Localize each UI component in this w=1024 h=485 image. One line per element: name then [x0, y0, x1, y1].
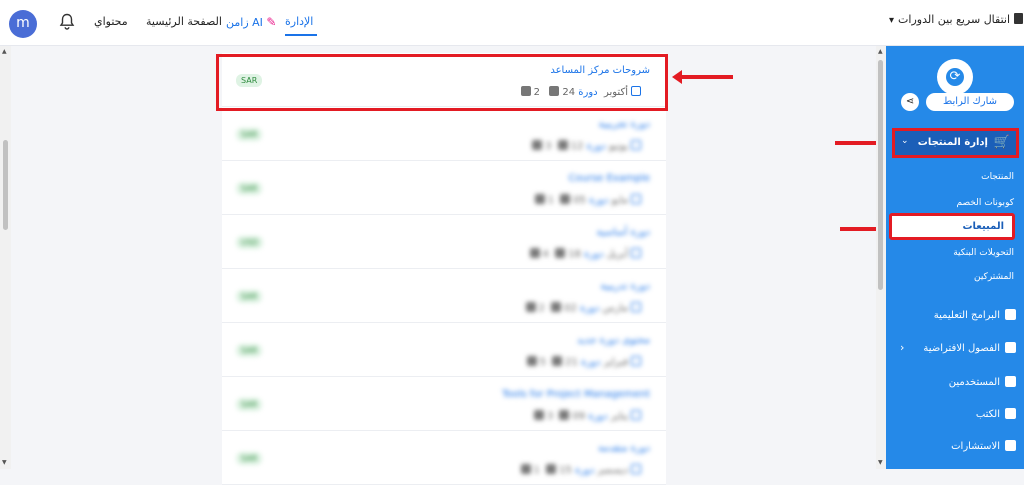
scroll-down-arrow-icon[interactable]: ▼	[2, 459, 7, 466]
product-title[interactable]: دورة تدريبية	[600, 281, 650, 292]
sidebar-item-sales-label: المبيعات	[962, 221, 1005, 232]
quick-switch-dropdown[interactable]: ▾ انتقال سريع بين الدورات	[889, 13, 1024, 26]
list-item[interactable]: دورة متقدمة 1 15 ديسمبر دورة SAR	[222, 431, 666, 485]
sidebar-item-users[interactable]: المستخدمين	[949, 376, 1016, 388]
program-icon	[1005, 309, 1016, 320]
product-meta: 1 05 مايو دورة	[532, 194, 644, 206]
book-icon	[1005, 408, 1016, 419]
annotation-arrow-left-icon	[672, 70, 733, 84]
nav-my-content[interactable]: محتواي	[94, 15, 128, 28]
chevron-down-icon: ▾	[889, 15, 895, 26]
sidebar-item-books[interactable]: الكتب	[976, 408, 1016, 420]
course-icon	[1014, 13, 1024, 24]
scroll-up-arrow-icon[interactable]: ▲	[2, 48, 7, 55]
sidebar-item-subscribers[interactable]: المشتركين	[974, 272, 1014, 282]
product-title[interactable]: دورة متقدمة	[598, 443, 650, 454]
currency-badge: SAR	[236, 290, 263, 303]
active-tab-indicator	[285, 34, 317, 36]
chevron-down-icon: ⌄	[901, 136, 909, 146]
product-title[interactable]: دورة أساسية	[597, 227, 651, 238]
refresh-logo-icon: ⟳	[946, 68, 964, 86]
product-meta: 3 09 يناير دورة	[531, 410, 644, 422]
sidebar-item-label: المستخدمين	[948, 377, 1000, 388]
product-title[interactable]: Course Example	[569, 173, 650, 184]
sidebar-item-label: الفصول الافتراضية	[923, 343, 1000, 354]
list-item[interactable]: محتوى دورة جديد 5 21 فبراير دورة SAR	[222, 323, 666, 377]
product-meta: 4 18 أبريل دورة	[527, 248, 644, 260]
list-item[interactable]: دورة تجريبية 3 12 يونيو دورة SAR	[222, 107, 666, 161]
chevron-left-icon[interactable]: ›	[900, 341, 904, 354]
list-item[interactable]: Course Example 1 05 مايو دورة SAR	[222, 161, 666, 215]
currency-badge: SAR	[236, 182, 263, 195]
share-icon[interactable]: ⋖	[901, 93, 919, 111]
magic-wand-icon: ✎	[266, 15, 277, 29]
bell-icon[interactable]	[59, 13, 75, 31]
sidebar-item-bank-transfers[interactable]: التحويلات البنكية	[953, 248, 1014, 258]
nav-zamn-ai[interactable]: زامن AI ✎	[226, 15, 276, 29]
currency-badge: USD	[236, 236, 264, 249]
content-scrollbar-thumb[interactable]	[878, 60, 883, 290]
currency-badge: SAR	[236, 452, 263, 465]
nav-admin[interactable]: الإدارة	[285, 15, 313, 28]
consultation-icon	[1005, 440, 1016, 451]
avatar[interactable]: m	[9, 10, 37, 38]
sidebar-item-label: البرامج التعليمية	[933, 310, 1000, 321]
sidebar-item-products[interactable]: المنتجات	[981, 172, 1014, 182]
product-title[interactable]: محتوى دورة جديد	[577, 335, 650, 346]
top-bar: m محتواي الصفحة الرئيسية زامن AI ✎ الإدا…	[0, 0, 1024, 46]
share-link-button[interactable]: شارك الرابط	[926, 93, 1014, 111]
users-icon	[1005, 376, 1016, 387]
sidebar-item-label: الكتب	[975, 409, 1000, 420]
sidebar-item-consultations[interactable]: الاستشارات	[951, 440, 1016, 452]
scroll-up-arrow-icon[interactable]: ▲	[878, 48, 883, 55]
sidebar-item-programs[interactable]: البرامج التعليمية	[934, 309, 1016, 321]
nav-home[interactable]: الصفحة الرئيسية	[146, 15, 222, 28]
product-meta: 3 12 يونيو دورة	[529, 140, 644, 152]
product-title[interactable]: دورة تجريبية	[599, 119, 650, 130]
products-management-menu[interactable]: ⌄ إدارة المنتجات 🛒	[892, 128, 1019, 158]
product-meta: 5 21 فبراير دورة	[524, 356, 644, 368]
products-management-label: إدارة المنتجات	[917, 137, 988, 148]
page-scrollbar[interactable]	[0, 46, 11, 469]
highlight-first-product	[216, 54, 668, 111]
sidebar-item-label: الاستشارات	[951, 441, 1000, 452]
list-item[interactable]: دورة تدريبية 2 02 مارس دورة SAR	[222, 269, 666, 323]
sidebar-item-virtual-classes[interactable]: الفصول الافتراضية	[923, 342, 1016, 354]
list-item[interactable]: Tools for Project Management 3 09 يناير …	[222, 377, 666, 431]
sidebar-item-sales[interactable]: المبيعات	[889, 213, 1015, 240]
quick-switch-label: انتقال سريع بين الدورات	[898, 13, 1011, 26]
nav-zamn-ai-label: زامن AI	[226, 16, 263, 29]
sidebar-item-coupons[interactable]: كوبونات الخصم	[956, 198, 1014, 208]
annotation-arrow-right-icon	[840, 222, 889, 236]
annotation-arrow-right-icon	[835, 136, 890, 150]
currency-badge: SAR	[236, 344, 263, 357]
product-meta: 2 02 مارس دورة	[523, 302, 644, 314]
currency-badge: SAR	[236, 398, 263, 411]
scroll-down-arrow-icon[interactable]: ▼	[878, 459, 883, 466]
product-title[interactable]: Tools for Project Management	[502, 389, 650, 400]
list-item[interactable]: دورة أساسية 4 18 أبريل دورة USD	[222, 215, 666, 269]
page-scrollbar-thumb[interactable]	[3, 140, 8, 230]
currency-badge: SAR	[236, 128, 263, 141]
product-meta: 1 15 ديسمبر دورة	[518, 464, 645, 476]
cart-icon: 🛒	[993, 135, 1010, 150]
classroom-icon	[1005, 342, 1016, 353]
